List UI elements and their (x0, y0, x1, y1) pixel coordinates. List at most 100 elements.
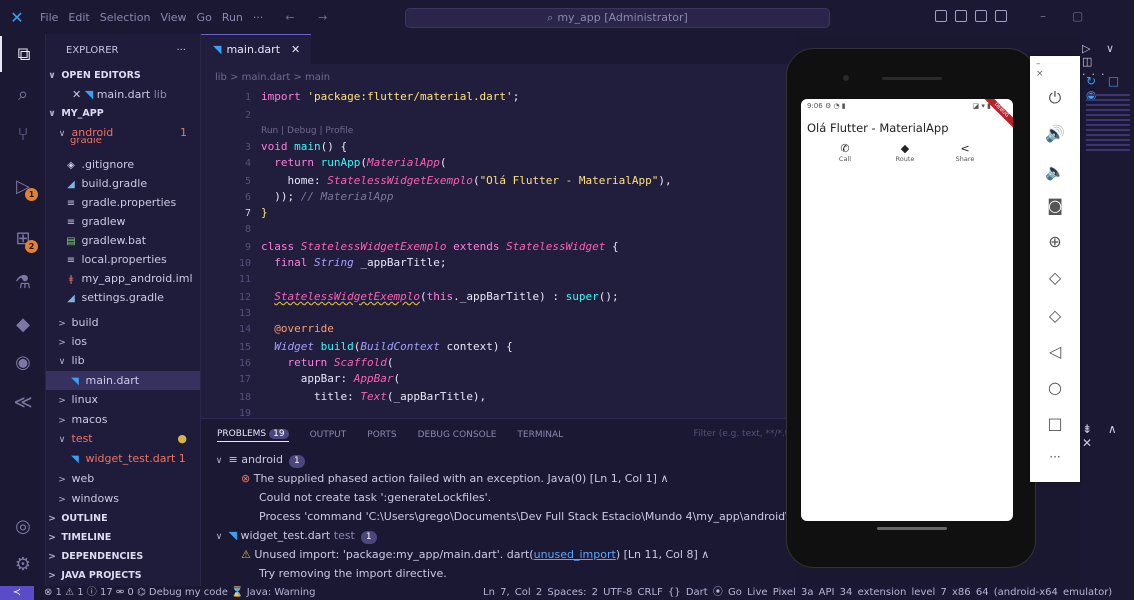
tab-problems[interactable]: PROBLEMS 19 (217, 428, 289, 442)
unused-import-link[interactable]: unused_import (534, 548, 616, 561)
status-left-items[interactable]: ⊗ 1 ⚠ 1 ⓘ 17 ⚮ 0 ⌬ Debug my code ⌛ Java:… (44, 586, 315, 600)
project-section[interactable]: ∨ MY_APP (46, 104, 200, 123)
remote-explorer-icon[interactable]: ◉ (0, 344, 46, 380)
dart-devtools-icon[interactable]: ≪ (0, 384, 46, 420)
flutter-icon[interactable]: ◆ (0, 306, 46, 342)
file-widget-test-dart[interactable]: ◥ widget_test.dart 1 (46, 449, 200, 468)
folder-linux[interactable]: > linux (46, 390, 200, 409)
code-line-1[interactable]: import 'package:flutter/material.dart'; (261, 90, 519, 103)
folder-ios[interactable]: > ios (46, 332, 200, 351)
customize-layout-icon[interactable] (995, 10, 1007, 22)
account-icon[interactable]: ◎ (0, 508, 46, 544)
code-line-16[interactable]: return Scaffold( (261, 356, 394, 369)
rotate-right-icon[interactable]: ◇ (1030, 306, 1080, 325)
problem-detail-row[interactable]: Try removing the import directive. (259, 564, 447, 583)
share-action[interactable]: < Share (949, 143, 981, 163)
problems-filter-input[interactable]: Filter (e.g. text, **/*.ts, (694, 429, 796, 439)
window-controls[interactable]: –▢ (1040, 9, 1109, 23)
zoom-icon[interactable]: ⊕ (1030, 232, 1080, 251)
remote-indicator-icon[interactable]: ≺ (0, 586, 34, 600)
folder-test[interactable]: ∨ test ● (46, 429, 200, 448)
open-editor-main-dart[interactable]: ✕ ◥ main.dart lib (46, 85, 200, 104)
tab-ports[interactable]: PORTS (367, 430, 396, 440)
back-icon[interactable]: ◁ (1030, 342, 1080, 361)
open-editors-section[interactable]: ∨ OPEN EDITORS (46, 66, 200, 85)
code-line-9[interactable]: class StatelessWidgetExemplo extends Sta… (261, 240, 619, 253)
folder-lib[interactable]: ∨ lib (46, 351, 200, 370)
problem-group-widget-test[interactable]: ∨ ◥ widget_test.dart test 1 (213, 526, 377, 545)
menu-go[interactable]: Go (197, 11, 212, 24)
code-line-18[interactable]: title: Text(_appBarTitle), (261, 390, 486, 403)
code-line-6[interactable]: )); // MaterialApp (261, 190, 393, 203)
home-gesture-bar[interactable] (877, 527, 947, 530)
menu-run[interactable]: Run (222, 11, 243, 24)
codelens-run-debug[interactable]: Run | Debug | Profile (261, 126, 353, 136)
java-projects-section[interactable]: > JAVA PROJECTS (46, 566, 200, 585)
nav-arrows[interactable]: ← → (285, 11, 337, 24)
problem-error-row[interactable]: ⊗ The supplied phased action failed with… (241, 469, 669, 488)
file-settings-gradle[interactable]: ◢ settings.gradle (46, 288, 200, 307)
code-line-10[interactable]: final String _appBarTitle; (261, 256, 446, 269)
power-icon[interactable]: ⏻ (1030, 88, 1080, 108)
folder-build[interactable]: > build (46, 313, 200, 332)
file-build-gradle[interactable]: ◢ build.gradle (46, 174, 200, 193)
run-debug-icon[interactable]: ▷ 1 (0, 168, 46, 204)
tab-terminal[interactable]: TERMINAL (517, 430, 563, 440)
problem-detail-row[interactable]: Process 'command 'C:\Users\grego\Documen… (259, 507, 796, 526)
dependencies-section[interactable]: > DEPENDENCIES (46, 547, 200, 566)
status-right-items[interactable]: Ln 7, Col 2 Spaces: 2 UTF-8 CRLF {} Dart… (483, 586, 1112, 600)
route-action[interactable]: ◆ Route (889, 143, 921, 163)
file-my-app-android-iml[interactable]: ǂ my_app_android.iml (46, 269, 200, 288)
emulator-window-controls[interactable]: – × (1036, 59, 1080, 79)
menu-file[interactable]: File (40, 11, 58, 24)
manage-gear-icon[interactable]: ⚙ (0, 546, 46, 582)
problem-group-android[interactable]: ∨ ≡ android 1 (213, 450, 305, 469)
code-editor[interactable]: ◥ main.dart ✕ lib > main.dart > main 1 2 3… (201, 34, 796, 418)
file-gradlew[interactable]: ≡ gradlew (46, 212, 200, 231)
panel-controls[interactable]: ⇟ ∧ ✕ (1082, 422, 1134, 450)
source-control-icon[interactable]: ⑂ (0, 116, 46, 152)
more-icon[interactable]: ··· (1030, 450, 1080, 464)
file-local-properties[interactable]: ≡ local.properties (46, 250, 200, 269)
call-action[interactable]: ✆ Call (829, 143, 861, 163)
command-center-search[interactable]: ⌕ my_app [Administrator] (405, 8, 830, 28)
code-line-17[interactable]: appBar: AppBar( (261, 372, 400, 385)
extensions-icon[interactable]: ⊞ 2 (0, 220, 46, 256)
code-line-5[interactable]: home: StatelessWidgetExemplo("Olá Flutte… (261, 174, 671, 187)
timeline-section[interactable]: > TIMELINE (46, 528, 200, 547)
code-line-4[interactable]: return runApp(MaterialApp( (261, 156, 446, 169)
volume-up-icon[interactable]: 🔊 (1030, 124, 1080, 143)
tab-debug-console[interactable]: DEBUG CONSOLE (418, 430, 497, 440)
toggle-panel-icon[interactable] (955, 10, 967, 22)
toggle-secondary-sidebar-icon[interactable] (975, 10, 987, 22)
folder-web[interactable]: > web (46, 469, 200, 488)
close-tab-icon[interactable]: ✕ (291, 43, 300, 56)
menu-view[interactable]: View (160, 11, 186, 24)
code-line-12[interactable]: StatelessWidgetExemplo(this._appBarTitle… (261, 290, 618, 303)
home-icon[interactable]: ○ (1030, 378, 1080, 397)
folder-windows[interactable]: > windows (46, 489, 200, 508)
file-gradlew-bat[interactable]: ▤ gradlew.bat (46, 231, 200, 250)
search-view-icon[interactable]: ⌕ (0, 76, 46, 112)
outline-section[interactable]: > OUTLINE (46, 509, 200, 528)
rotate-left-icon[interactable]: ◇ (1030, 268, 1080, 287)
code-line-15[interactable]: Widget build(BuildContext context) { (261, 340, 512, 353)
file-lib-main-dart[interactable]: ◥ main.dart (46, 371, 200, 390)
problem-warning-row[interactable]: ⚠ Unused import: 'package:my_app/main.da… (241, 545, 709, 564)
file-gitignore[interactable]: ◈ .gitignore (46, 155, 200, 174)
testing-icon[interactable]: ⚗ (0, 264, 46, 300)
problem-detail-row[interactable]: Could not create task ':generateLockfile… (259, 488, 491, 507)
volume-down-icon[interactable]: 🔈 (1030, 162, 1080, 181)
code-line-14[interactable]: @override (261, 322, 334, 335)
tab-main-dart[interactable]: ◥ main.dart ✕ (201, 34, 311, 64)
menu-selection[interactable]: Selection (100, 11, 151, 24)
overview-icon[interactable]: □ (1030, 414, 1080, 433)
file-gradle-properties[interactable]: ≡ gradle.properties (46, 193, 200, 212)
folder-macos[interactable]: > macos (46, 410, 200, 429)
explorer-more-button[interactable]: ··· (176, 45, 186, 56)
menu-more[interactable]: ··· (253, 11, 264, 24)
screenshot-icon[interactable]: ◙ (1030, 196, 1080, 215)
folder-gradle-partial[interactable]: gradle (46, 138, 200, 146)
code-line-7[interactable]: } (261, 206, 268, 219)
code-line-3[interactable]: void main() { (261, 140, 347, 153)
